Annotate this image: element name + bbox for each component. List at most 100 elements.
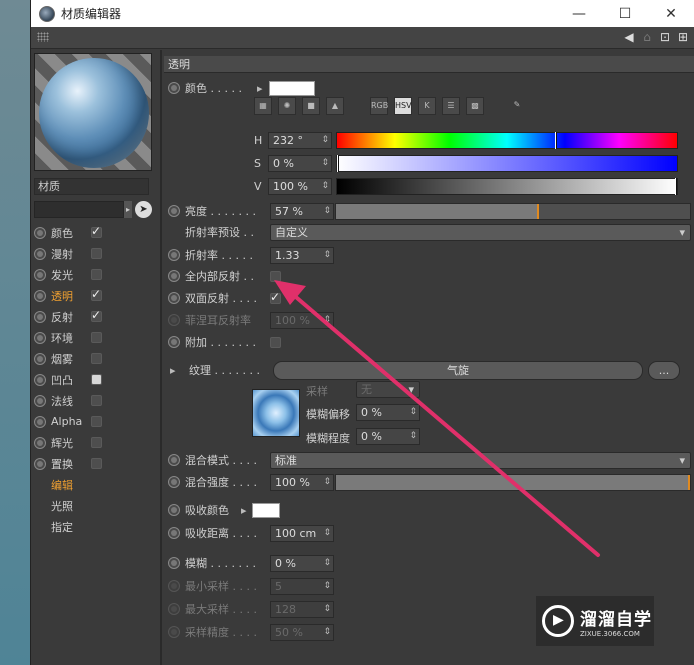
channel-anim-radio[interactable]: [34, 373, 46, 386]
value-slider[interactable]: [336, 177, 678, 195]
ior-input[interactable]: 1.33: [270, 246, 334, 264]
up-arrow-icon[interactable]: ⌂: [640, 30, 654, 44]
channel-item[interactable]: 辉光: [34, 432, 156, 453]
channel-item[interactable]: 环境: [34, 327, 156, 348]
hue-input[interactable]: 232 °: [268, 131, 332, 149]
value-slider-handle[interactable]: [675, 177, 677, 195]
mix-strength-input[interactable]: 100 %: [270, 473, 334, 491]
channel-item[interactable]: 凹凸: [34, 369, 156, 390]
channel-anim-radio[interactable]: [34, 394, 46, 407]
expand-arrow-icon[interactable]: ▸: [257, 82, 263, 95]
saturation-slider[interactable]: [336, 154, 678, 172]
value-input[interactable]: 100 %: [268, 177, 332, 195]
channel-anim-radio[interactable]: [34, 415, 46, 428]
total-internal-checkbox[interactable]: [270, 270, 281, 282]
channel-checkbox[interactable]: [91, 332, 102, 343]
pick-cursor-icon[interactable]: ➤: [135, 201, 152, 218]
color-mode-button[interactable]: ■: [302, 97, 320, 115]
mix-strength-handle[interactable]: [688, 474, 690, 490]
channel-anim-radio[interactable]: [34, 268, 46, 281]
ior-anim-radio[interactable]: [168, 249, 180, 261]
channel-item[interactable]: 烟雾: [34, 348, 156, 369]
channel-item[interactable]: 光照: [34, 495, 156, 516]
color-mode-button[interactable]: RGB: [370, 97, 388, 115]
channel-anim-radio[interactable]: [34, 436, 46, 449]
channel-checkbox[interactable]: [91, 353, 102, 364]
channel-anim-radio[interactable]: [34, 247, 46, 260]
close-button[interactable]: ✕: [648, 0, 694, 27]
channel-item[interactable]: 颜色: [34, 222, 156, 243]
new-window-icon[interactable]: ⊞: [676, 30, 690, 44]
channel-item[interactable]: Alpha: [34, 411, 156, 432]
channel-item[interactable]: 法线: [34, 390, 156, 411]
material-link-field[interactable]: [34, 201, 124, 218]
maximize-button[interactable]: ☐: [602, 0, 648, 27]
blur-scale-input[interactable]: 0 %: [356, 428, 420, 445]
color-anim-radio[interactable]: [168, 82, 180, 94]
channel-item[interactable]: 编辑: [34, 474, 156, 495]
link-arrow-icon[interactable]: ▸: [124, 201, 132, 218]
additive-checkbox[interactable]: [270, 336, 281, 348]
channel-item[interactable]: 发光: [34, 264, 156, 285]
absorption-color-swatch[interactable]: [251, 502, 280, 518]
channel-checkbox[interactable]: [91, 458, 102, 469]
channel-checkbox[interactable]: [91, 248, 102, 259]
color-mode-button[interactable]: ▲: [326, 97, 344, 115]
channel-item[interactable]: 透明: [34, 285, 156, 306]
texture-expand-icon[interactable]: ▸: [170, 364, 180, 377]
color-mode-button[interactable]: ▦: [254, 97, 272, 115]
blur-anim-radio[interactable]: [168, 557, 180, 569]
absorption-color-anim-radio[interactable]: [168, 504, 180, 516]
blur-offset-input[interactable]: 0 %: [356, 404, 420, 421]
color-mode-button[interactable]: HSV: [394, 97, 412, 115]
color-mode-button[interactable]: ▩: [466, 97, 484, 115]
channel-anim-radio[interactable]: [34, 310, 46, 323]
blur-input[interactable]: 0 %: [270, 554, 334, 572]
channel-checkbox[interactable]: [91, 374, 102, 385]
panel-divider[interactable]: [160, 50, 162, 665]
absorption-distance-input[interactable]: 100 cm: [270, 524, 334, 542]
channel-checkbox[interactable]: [91, 437, 102, 448]
double-sided-checkbox[interactable]: [270, 290, 281, 304]
title-bar[interactable]: 材质编辑器 — ☐ ✕: [31, 0, 694, 27]
channel-checkbox[interactable]: [91, 224, 102, 238]
absorption-distance-anim-radio[interactable]: [168, 527, 180, 539]
channel-anim-radio[interactable]: [34, 289, 46, 302]
channel-anim-radio[interactable]: [34, 331, 46, 344]
saturation-input[interactable]: 0 %: [268, 154, 332, 172]
color-mode-button[interactable]: ✺: [278, 97, 296, 115]
hue-slider-handle[interactable]: [554, 131, 557, 149]
back-arrow-icon[interactable]: ◀: [622, 30, 636, 44]
channel-item[interactable]: 反射: [34, 306, 156, 327]
material-name-field[interactable]: 材质: [34, 178, 149, 195]
channel-checkbox[interactable]: [91, 416, 102, 427]
hue-slider[interactable]: [336, 131, 678, 149]
channel-checkbox[interactable]: [91, 287, 102, 301]
mix-strength-anim-radio[interactable]: [168, 476, 180, 488]
brightness-handle[interactable]: [536, 203, 539, 219]
absorption-expand-icon[interactable]: ▸: [241, 504, 247, 517]
material-preview[interactable]: [34, 53, 152, 171]
brightness-anim-radio[interactable]: [168, 205, 180, 217]
texture-shader-button[interactable]: 气旋: [273, 360, 643, 380]
texture-thumbnail[interactable]: [252, 389, 300, 437]
total-internal-anim-radio[interactable]: [168, 270, 180, 282]
texture-more-button[interactable]: ...: [648, 360, 680, 380]
grip-icon[interactable]: [37, 32, 49, 42]
mix-mode-anim-radio[interactable]: [168, 454, 180, 466]
lock-icon[interactable]: ⊡: [658, 30, 672, 44]
ior-preset-dropdown[interactable]: 自定义: [270, 223, 691, 241]
channel-item[interactable]: 漫射: [34, 243, 156, 264]
channel-anim-radio[interactable]: [34, 226, 46, 239]
channel-checkbox[interactable]: [91, 269, 102, 280]
color-mode-button[interactable]: K: [418, 97, 436, 115]
color-mode-button[interactable]: ✎: [508, 97, 526, 115]
minimize-button[interactable]: —: [556, 0, 602, 27]
channel-checkbox[interactable]: [91, 308, 102, 322]
color-mode-button[interactable]: ☰: [442, 97, 460, 115]
mix-mode-dropdown[interactable]: 标准: [270, 451, 691, 469]
mix-strength-slider[interactable]: [335, 473, 691, 491]
channel-item[interactable]: 指定: [34, 516, 156, 537]
brightness-input[interactable]: 57 %: [270, 202, 334, 220]
saturation-slider-handle[interactable]: [337, 154, 339, 172]
